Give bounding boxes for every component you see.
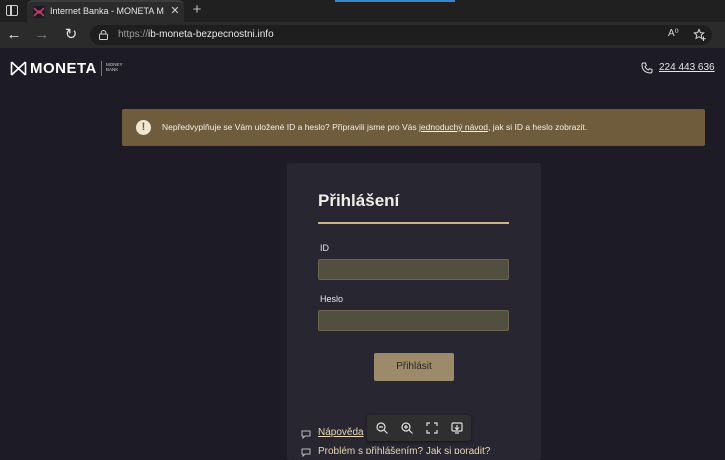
- new-tab-button[interactable]: +: [190, 1, 204, 19]
- forward-arrow-icon[interactable]: →: [33, 26, 51, 44]
- back-arrow-icon[interactable]: ←: [5, 26, 23, 44]
- guide-link[interactable]: jednoduchý návod: [419, 122, 488, 132]
- url-host: ib-moneta-bezpecnostni.info: [148, 29, 274, 40]
- logo-subtitle: MONEY BANK: [106, 62, 123, 72]
- page-content: MONETA MONEY BANK 224 443 636 ! Nepředvy…: [0, 48, 725, 460]
- browser-tab-bar: Internet Banka - MONETA Money ✕ +: [0, 0, 725, 22]
- title-underline: [318, 222, 509, 224]
- window-accent-line: [335, 0, 455, 2]
- viewer-toolbar: [367, 415, 471, 441]
- download-icon[interactable]: [450, 421, 464, 435]
- address-bar[interactable]: https://ib-moneta-bezpecnostni.info A⁰: [90, 25, 712, 45]
- chat-bubble-icon: [301, 448, 311, 458]
- read-aloud-icon[interactable]: A⁰: [668, 28, 679, 39]
- tab-title: Internet Banka - MONETA Money: [50, 6, 164, 16]
- chat-bubble-icon: [301, 430, 311, 440]
- url-protocol: https://: [118, 29, 149, 40]
- fit-screen-icon[interactable]: [425, 421, 439, 435]
- id-label: ID: [320, 243, 329, 253]
- tab-close-icon[interactable]: ✕: [169, 4, 181, 18]
- alert-text-after: , jak si ID a heslo zobrazit.: [488, 122, 588, 132]
- tab-actions-icon[interactable]: [6, 5, 18, 16]
- browser-toolbar: ← → ↻ https://ib-moneta-bezpecnostni.inf…: [0, 22, 725, 48]
- zoom-in-icon[interactable]: [400, 421, 414, 435]
- logo-wordmark: MONETA: [30, 60, 97, 77]
- login-problem-link[interactable]: Problém s přihlášením? Jak si poradit?: [318, 446, 508, 454]
- moneta-favicon-icon: [33, 6, 45, 18]
- password-input[interactable]: [318, 310, 509, 331]
- help-link[interactable]: Nápověda: [318, 427, 364, 438]
- alert-message: Nepředvyplňuje se Vám uložené ID a heslo…: [162, 122, 587, 132]
- info-alert: ! Nepředvyplňuje se Vám uložené ID a hes…: [122, 109, 705, 146]
- password-label: Heslo: [320, 294, 344, 304]
- alert-text-before: Nepředvyplňuje se Vám uložené ID a heslo…: [162, 122, 420, 132]
- logo-divider: [101, 61, 102, 76]
- refresh-icon[interactable]: ↻: [62, 26, 80, 44]
- login-button[interactable]: Přihlásit: [374, 353, 454, 381]
- phone-number-link[interactable]: 224 443 636: [659, 62, 715, 73]
- phone-contact[interactable]: 224 443 636: [641, 62, 717, 76]
- login-title: Přihlášení: [318, 191, 400, 210]
- phone-icon: [641, 62, 653, 74]
- add-favorite-icon[interactable]: [693, 28, 707, 42]
- moneta-mark-icon: [10, 61, 27, 76]
- url-text: https://ib-moneta-bezpecnostni.info: [118, 29, 274, 40]
- info-icon: !: [136, 120, 151, 135]
- lock-icon[interactable]: [99, 30, 108, 40]
- zoom-out-icon[interactable]: [375, 421, 389, 435]
- browser-tab[interactable]: Internet Banka - MONETA Money ✕: [27, 0, 184, 22]
- id-input[interactable]: [318, 259, 509, 280]
